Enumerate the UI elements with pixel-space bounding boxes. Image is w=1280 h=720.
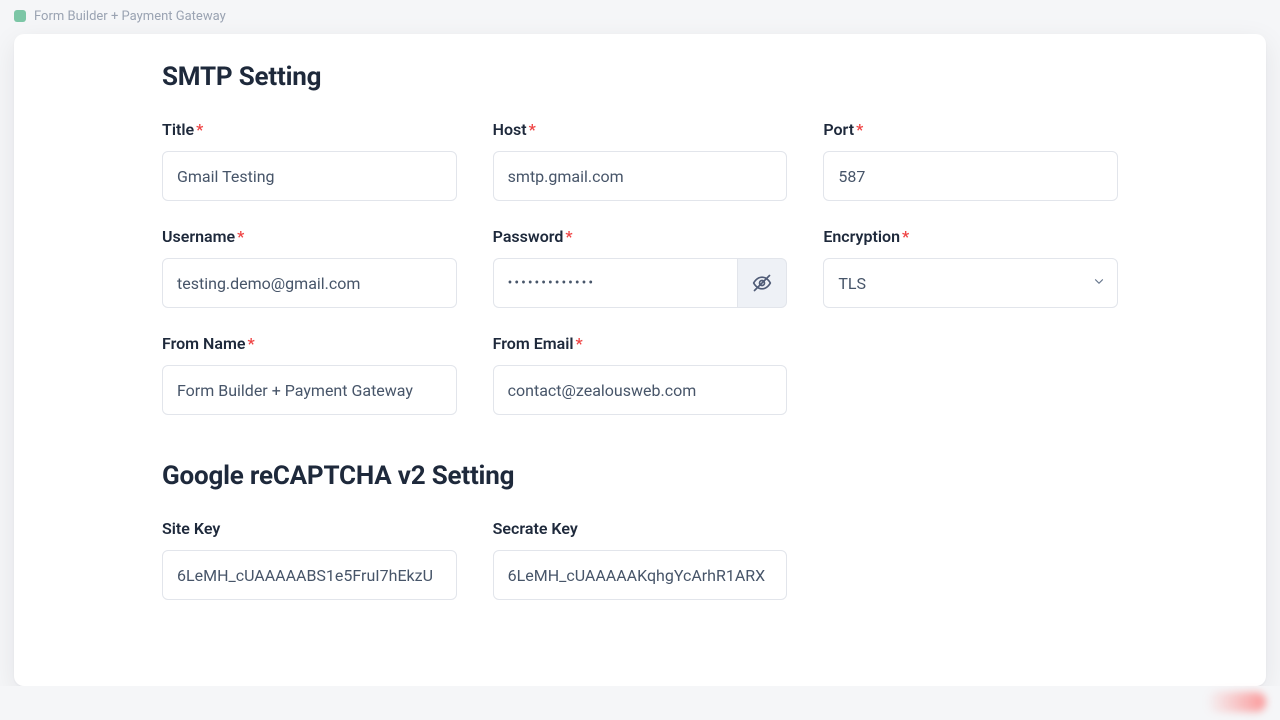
field-host: Host* xyxy=(493,120,788,201)
label-encryption: Encryption* xyxy=(823,227,1118,246)
password-input[interactable] xyxy=(493,258,738,308)
settings-panel: SMTP Setting Title* Host* Port* xyxy=(14,34,1266,686)
from-email-input[interactable] xyxy=(493,365,788,415)
secret-key-input[interactable] xyxy=(493,550,788,600)
app-logo-icon xyxy=(14,10,26,22)
smtp-grid: Title* Host* Port* Username* xyxy=(162,120,1118,415)
label-host-text: Host xyxy=(493,120,527,139)
required-marker: * xyxy=(902,227,909,246)
label-from-email: From Email* xyxy=(493,334,788,353)
field-secret-key: Secrate Key xyxy=(493,519,788,600)
section-spacer xyxy=(162,415,1118,461)
label-secret-key-text: Secrate Key xyxy=(493,519,578,538)
required-marker: * xyxy=(247,334,254,353)
field-port: Port* xyxy=(823,120,1118,201)
label-username: Username* xyxy=(162,227,457,246)
required-marker: * xyxy=(529,120,536,139)
label-host: Host* xyxy=(493,120,788,139)
label-from-email-text: From Email xyxy=(493,334,574,353)
field-encryption: Encryption* xyxy=(823,227,1118,308)
smtp-heading: SMTP Setting xyxy=(162,62,1118,92)
required-marker: * xyxy=(237,227,244,246)
field-username: Username* xyxy=(162,227,457,308)
bottom-area xyxy=(0,686,1280,720)
required-marker: * xyxy=(565,227,572,246)
label-site-key: Site Key xyxy=(162,519,457,538)
required-marker: * xyxy=(196,120,203,139)
app-topbar: Form Builder + Payment Gateway xyxy=(0,0,1280,32)
required-marker: * xyxy=(576,334,583,353)
field-site-key: Site Key xyxy=(162,519,457,600)
label-title: Title* xyxy=(162,120,457,139)
label-from-name-text: From Name xyxy=(162,334,245,353)
title-input[interactable] xyxy=(162,151,457,201)
app-title: Form Builder + Payment Gateway xyxy=(34,9,226,24)
site-key-input[interactable] xyxy=(162,550,457,600)
toggle-password-visibility-button[interactable] xyxy=(737,258,787,308)
port-input[interactable] xyxy=(823,151,1118,201)
field-from-email: From Email* xyxy=(493,334,788,415)
label-encryption-text: Encryption xyxy=(823,227,900,246)
password-wrap xyxy=(493,258,788,308)
settings-content: SMTP Setting Title* Host* Port* xyxy=(14,34,1266,624)
bottom-accent-glow xyxy=(1206,692,1266,712)
username-input[interactable] xyxy=(162,258,457,308)
label-secret-key: Secrate Key xyxy=(493,519,788,538)
field-password: Password* xyxy=(493,227,788,308)
label-from-name: From Name* xyxy=(162,334,457,353)
label-site-key-text: Site Key xyxy=(162,519,220,538)
label-port: Port* xyxy=(823,120,1118,139)
label-title-text: Title xyxy=(162,120,194,139)
label-port-text: Port xyxy=(823,120,854,139)
label-password: Password* xyxy=(493,227,788,246)
required-marker: * xyxy=(856,120,863,139)
eye-off-icon xyxy=(752,273,772,293)
field-title: Title* xyxy=(162,120,457,201)
grid-filler xyxy=(823,334,1118,415)
label-username-text: Username xyxy=(162,227,235,246)
encryption-select[interactable] xyxy=(823,258,1118,308)
from-name-input[interactable] xyxy=(162,365,457,415)
recaptcha-heading: Google reCAPTCHA v2 Setting xyxy=(162,461,1118,491)
label-password-text: Password xyxy=(493,227,564,246)
field-from-name: From Name* xyxy=(162,334,457,415)
grid-filler xyxy=(823,519,1118,600)
host-input[interactable] xyxy=(493,151,788,201)
encryption-select-wrap xyxy=(823,258,1118,308)
recaptcha-grid: Site Key Secrate Key xyxy=(162,519,1118,600)
